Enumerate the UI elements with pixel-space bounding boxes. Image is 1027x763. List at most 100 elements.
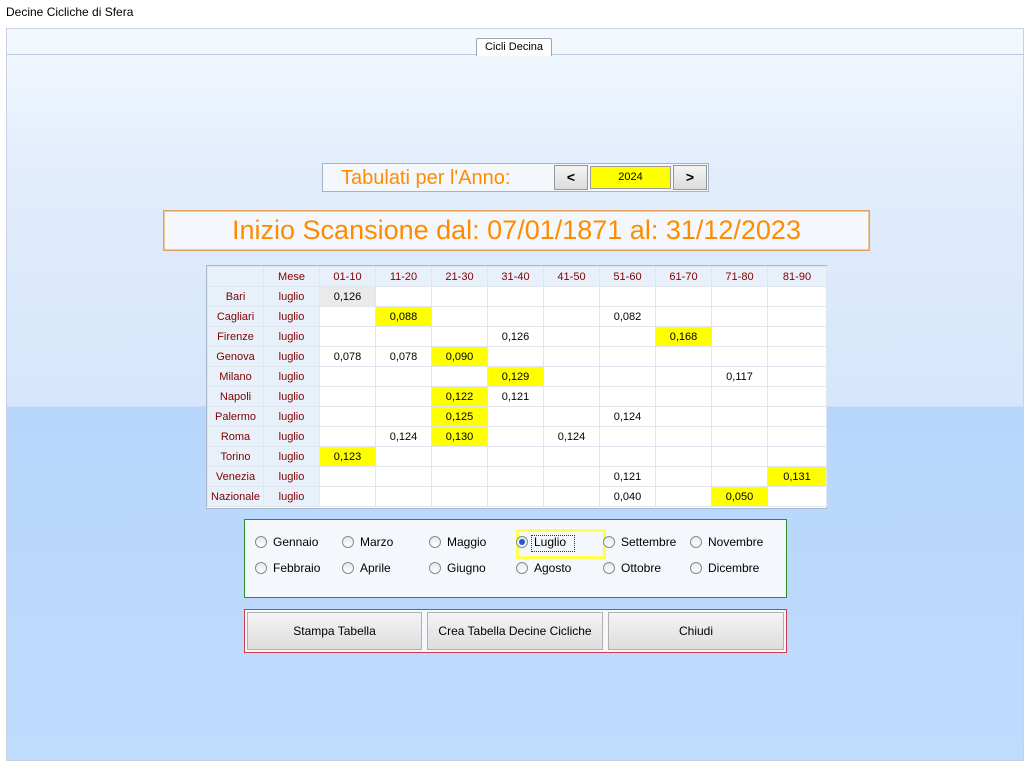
month-option-luglio[interactable]: Luglio bbox=[516, 534, 600, 552]
next-year-button[interactable]: > bbox=[673, 165, 707, 190]
create-table-button[interactable]: Crea Tabella Decine Cicliche bbox=[427, 612, 603, 650]
grid-cell[interactable] bbox=[375, 366, 432, 387]
grid-cell[interactable] bbox=[319, 366, 376, 387]
month-option-dicembre[interactable]: Dicembre bbox=[690, 560, 774, 578]
radio-icon[interactable] bbox=[342, 562, 354, 574]
grid-cell[interactable] bbox=[543, 466, 600, 487]
radio-icon[interactable] bbox=[603, 562, 615, 574]
grid-cell[interactable] bbox=[375, 386, 432, 407]
grid-cell[interactable] bbox=[319, 406, 376, 427]
grid-cell[interactable] bbox=[711, 346, 768, 367]
grid-cell[interactable]: 0,125 bbox=[431, 406, 488, 427]
month-option-gennaio[interactable]: Gennaio bbox=[255, 534, 339, 552]
grid-cell[interactable] bbox=[543, 326, 600, 347]
month-option-novembre[interactable]: Novembre bbox=[690, 534, 774, 552]
radio-icon[interactable] bbox=[690, 536, 702, 548]
radio-icon[interactable] bbox=[603, 536, 615, 548]
grid-cell[interactable]: 0,121 bbox=[599, 466, 656, 487]
grid-cell[interactable]: 0,040 bbox=[599, 486, 656, 507]
grid-cell[interactable] bbox=[599, 386, 656, 407]
grid-cell[interactable] bbox=[487, 346, 544, 367]
grid-cell[interactable] bbox=[319, 486, 376, 507]
prev-year-button[interactable]: < bbox=[554, 165, 588, 190]
grid-cell[interactable]: 0,126 bbox=[319, 286, 376, 307]
radio-icon[interactable] bbox=[342, 536, 354, 548]
grid-cell[interactable] bbox=[431, 486, 488, 507]
radio-icon[interactable] bbox=[255, 536, 267, 548]
grid-cell[interactable] bbox=[487, 466, 544, 487]
grid-cell[interactable] bbox=[543, 286, 600, 307]
grid-cell[interactable] bbox=[655, 306, 712, 327]
grid-cell[interactable] bbox=[543, 386, 600, 407]
month-option-agosto[interactable]: Agosto bbox=[516, 560, 600, 578]
grid-cell[interactable] bbox=[319, 426, 376, 447]
close-button[interactable]: Chiudi bbox=[608, 612, 784, 650]
grid-cell[interactable] bbox=[319, 466, 376, 487]
month-option-giugno[interactable]: Giugno bbox=[429, 560, 513, 578]
grid-cell[interactable] bbox=[319, 306, 376, 327]
grid-cell[interactable] bbox=[543, 406, 600, 427]
grid-cell[interactable] bbox=[655, 486, 712, 507]
grid-cell[interactable] bbox=[655, 406, 712, 427]
grid-cell[interactable]: 0,121 bbox=[487, 386, 544, 407]
grid-cell[interactable]: 0,131 bbox=[767, 466, 827, 487]
grid-cell[interactable] bbox=[767, 306, 827, 327]
grid-cell[interactable] bbox=[375, 286, 432, 307]
grid-cell[interactable] bbox=[767, 326, 827, 347]
grid-cell[interactable] bbox=[599, 446, 656, 467]
radio-icon[interactable] bbox=[429, 536, 441, 548]
grid-cell[interactable] bbox=[767, 446, 827, 467]
grid-cell[interactable] bbox=[543, 306, 600, 327]
grid-cell[interactable] bbox=[655, 446, 712, 467]
grid-cell[interactable] bbox=[711, 326, 768, 347]
grid-cell[interactable] bbox=[767, 366, 827, 387]
grid-cell[interactable] bbox=[767, 406, 827, 427]
grid-cell[interactable] bbox=[599, 286, 656, 307]
grid-cell[interactable] bbox=[711, 306, 768, 327]
grid-cell[interactable] bbox=[487, 486, 544, 507]
grid-cell[interactable] bbox=[543, 366, 600, 387]
grid-cell[interactable] bbox=[711, 446, 768, 467]
grid-cell[interactable]: 0,124 bbox=[543, 426, 600, 447]
grid-cell[interactable] bbox=[767, 386, 827, 407]
month-option-ottobre[interactable]: Ottobre bbox=[603, 560, 687, 578]
tab-cicli-decina[interactable]: Cicli Decina bbox=[476, 38, 552, 56]
grid-cell[interactable]: 0,078 bbox=[375, 346, 432, 367]
grid-cell[interactable]: 0,124 bbox=[599, 406, 656, 427]
grid-cell[interactable] bbox=[431, 306, 488, 327]
grid-cell[interactable] bbox=[319, 326, 376, 347]
grid-cell[interactable]: 0,168 bbox=[655, 326, 712, 347]
grid-cell[interactable] bbox=[319, 386, 376, 407]
grid-cell[interactable] bbox=[543, 446, 600, 467]
grid-cell[interactable] bbox=[767, 346, 827, 367]
grid-cell[interactable] bbox=[711, 406, 768, 427]
grid-cell[interactable] bbox=[767, 486, 827, 507]
grid-cell[interactable]: 0,129 bbox=[487, 366, 544, 387]
grid-cell[interactable] bbox=[375, 446, 432, 467]
grid-cell[interactable] bbox=[487, 286, 544, 307]
grid-cell[interactable] bbox=[599, 366, 656, 387]
grid-cell[interactable]: 0,050 bbox=[711, 486, 768, 507]
grid-cell[interactable]: 0,123 bbox=[319, 446, 376, 467]
grid-cell[interactable] bbox=[375, 326, 432, 347]
radio-icon[interactable] bbox=[516, 536, 528, 548]
print-table-button[interactable]: Stampa Tabella bbox=[247, 612, 422, 650]
grid-cell[interactable]: 0,078 bbox=[319, 346, 376, 367]
month-option-aprile[interactable]: Aprile bbox=[342, 560, 426, 578]
month-option-settembre[interactable]: Settembre bbox=[603, 534, 687, 552]
grid-cell[interactable] bbox=[655, 386, 712, 407]
grid-cell[interactable] bbox=[487, 446, 544, 467]
grid-cell[interactable] bbox=[655, 366, 712, 387]
grid-cell[interactable] bbox=[599, 326, 656, 347]
grid-cell[interactable]: 0,130 bbox=[431, 426, 488, 447]
grid-cell[interactable] bbox=[655, 286, 712, 307]
radio-icon[interactable] bbox=[255, 562, 267, 574]
month-option-marzo[interactable]: Marzo bbox=[342, 534, 426, 552]
results-grid[interactable]: Mese 01-10 11-20 21-30 31-40 41-50 51-60 61-70 7… bbox=[206, 265, 827, 509]
grid-cell[interactable] bbox=[543, 346, 600, 367]
grid-cell[interactable] bbox=[431, 286, 488, 307]
grid-cell[interactable]: 0,122 bbox=[431, 386, 488, 407]
radio-icon[interactable] bbox=[516, 562, 528, 574]
grid-cell[interactable]: 0,126 bbox=[487, 326, 544, 347]
grid-cell[interactable]: 0,090 bbox=[431, 346, 488, 367]
